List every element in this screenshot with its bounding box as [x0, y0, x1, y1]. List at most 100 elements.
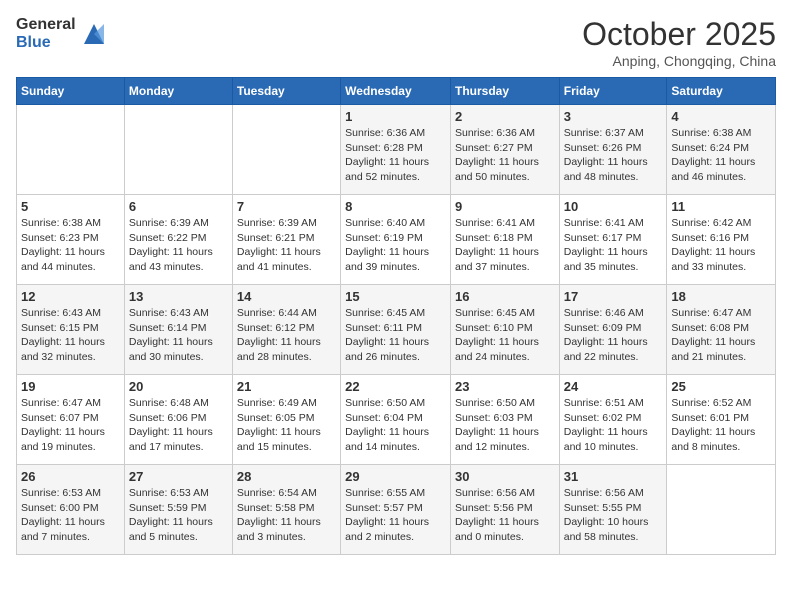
day-number: 3 [564, 109, 663, 124]
day-cell [232, 105, 340, 195]
day-cell: 24 Sunrise: 6:51 AM Sunset: 6:02 PM Dayli… [559, 375, 667, 465]
day-number: 1 [345, 109, 446, 124]
day-number: 9 [455, 199, 555, 214]
day-cell: 25 Sunrise: 6:52 AM Sunset: 6:01 PM Dayli… [667, 375, 776, 465]
day-info: Sunrise: 6:55 AM Sunset: 5:57 PM Dayligh… [345, 486, 446, 545]
day-info: Sunrise: 6:38 AM Sunset: 6:24 PM Dayligh… [671, 126, 771, 185]
day-number: 18 [671, 289, 771, 304]
day-cell: 5Sunrise: 6:38 AM Sunset: 6:23 PM Daylig… [17, 195, 125, 285]
header-row: SundayMondayTuesdayWednesdayThursdayFrid… [17, 78, 776, 105]
day-info: Sunrise: 6:48 AM Sunset: 6:06 PM Dayligh… [129, 396, 228, 455]
header-cell-wednesday: Wednesday [341, 78, 451, 105]
day-number: 15 [345, 289, 446, 304]
header-cell-tuesday: Tuesday [232, 78, 340, 105]
header-cell-thursday: Thursday [450, 78, 559, 105]
day-cell: 20 Sunrise: 6:48 AM Sunset: 6:06 PM Dayli… [124, 375, 232, 465]
day-number: 30 [455, 469, 555, 484]
week-row-3: 19 Sunrise: 6:47 AM Sunset: 6:07 PM Dayli… [17, 375, 776, 465]
day-cell: 10 Sunrise: 6:41 AM Sunset: 6:17 PM Dayli… [559, 195, 667, 285]
week-row-2: 12 Sunrise: 6:43 AM Sunset: 6:15 PM Dayli… [17, 285, 776, 375]
day-number: 8 [345, 199, 446, 214]
day-cell: 14 Sunrise: 6:44 AM Sunset: 6:12 PM Dayli… [232, 285, 340, 375]
day-info: Sunrise: 6:43 AM Sunset: 6:14 PM Dayligh… [129, 306, 228, 365]
day-info: Sunrise: 6:36 AM Sunset: 6:27 PM Dayligh… [455, 126, 555, 185]
day-info: Sunrise: 6:43 AM Sunset: 6:15 PM Dayligh… [21, 306, 120, 365]
day-info: Sunrise: 6:37 AM Sunset: 6:26 PM Dayligh… [564, 126, 663, 185]
calendar-body: 1 Sunrise: 6:36 AM Sunset: 6:28 PM Daylig… [17, 105, 776, 555]
logo-general: General [16, 16, 76, 34]
day-number: 29 [345, 469, 446, 484]
day-number: 25 [671, 379, 771, 394]
header-cell-friday: Friday [559, 78, 667, 105]
day-info: Sunrise: 6:45 AM Sunset: 6:11 PM Dayligh… [345, 306, 446, 365]
day-number: 28 [237, 469, 336, 484]
day-number: 13 [129, 289, 228, 304]
day-info: Sunrise: 6:39 AM Sunset: 6:21 PM Dayligh… [237, 216, 336, 275]
day-info: Sunrise: 6:52 AM Sunset: 6:01 PM Dayligh… [671, 396, 771, 455]
day-info: Sunrise: 6:51 AM Sunset: 6:02 PM Dayligh… [564, 396, 663, 455]
location: Anping, Chongqing, China [582, 53, 776, 69]
day-info: Sunrise: 6:41 AM Sunset: 6:18 PM Dayligh… [455, 216, 555, 275]
day-cell: 18 Sunrise: 6:47 AM Sunset: 6:08 PM Dayli… [667, 285, 776, 375]
header-cell-sunday: Sunday [17, 78, 125, 105]
day-info: Sunrise: 6:36 AM Sunset: 6:28 PM Dayligh… [345, 126, 446, 185]
logo-blue: Blue [16, 34, 76, 52]
day-number: 4 [671, 109, 771, 124]
day-number: 12 [21, 289, 120, 304]
day-cell: 7 Sunrise: 6:39 AM Sunset: 6:21 PM Daylig… [232, 195, 340, 285]
day-number: 10 [564, 199, 663, 214]
day-info: Sunrise: 6:42 AM Sunset: 6:16 PM Dayligh… [671, 216, 771, 275]
day-number: 14 [237, 289, 336, 304]
day-cell [17, 105, 125, 195]
day-cell: 27Sunrise: 6:53 AM Sunset: 5:59 PM Dayli… [124, 465, 232, 555]
day-cell: 8Sunrise: 6:40 AM Sunset: 6:19 PM Daylig… [341, 195, 451, 285]
day-number: 17 [564, 289, 663, 304]
day-cell: 28Sunrise: 6:54 AM Sunset: 5:58 PM Dayli… [232, 465, 340, 555]
day-number: 20 [129, 379, 228, 394]
day-info: Sunrise: 6:56 AM Sunset: 5:56 PM Dayligh… [455, 486, 555, 545]
day-cell: 19 Sunrise: 6:47 AM Sunset: 6:07 PM Dayli… [17, 375, 125, 465]
day-info: Sunrise: 6:44 AM Sunset: 6:12 PM Dayligh… [237, 306, 336, 365]
day-cell: 11 Sunrise: 6:42 AM Sunset: 6:16 PM Dayli… [667, 195, 776, 285]
day-cell: 2Sunrise: 6:36 AM Sunset: 6:27 PM Daylig… [450, 105, 559, 195]
day-cell: 29 Sunrise: 6:55 AM Sunset: 5:57 PM Dayli… [341, 465, 451, 555]
day-info: Sunrise: 6:53 AM Sunset: 5:59 PM Dayligh… [129, 486, 228, 545]
day-info: Sunrise: 6:41 AM Sunset: 6:17 PM Dayligh… [564, 216, 663, 275]
day-number: 22 [345, 379, 446, 394]
header-cell-saturday: Saturday [667, 78, 776, 105]
day-info: Sunrise: 6:38 AM Sunset: 6:23 PM Dayligh… [21, 216, 120, 275]
day-info: Sunrise: 6:47 AM Sunset: 6:08 PM Dayligh… [671, 306, 771, 365]
logo: General Blue [16, 16, 108, 51]
day-number: 19 [21, 379, 120, 394]
day-cell: 22Sunrise: 6:50 AM Sunset: 6:04 PM Dayli… [341, 375, 451, 465]
day-cell: 12 Sunrise: 6:43 AM Sunset: 6:15 PM Dayli… [17, 285, 125, 375]
week-row-4: 26Sunrise: 6:53 AM Sunset: 6:00 PM Dayli… [17, 465, 776, 555]
day-cell [124, 105, 232, 195]
day-cell: 30 Sunrise: 6:56 AM Sunset: 5:56 PM Dayli… [450, 465, 559, 555]
day-info: Sunrise: 6:46 AM Sunset: 6:09 PM Dayligh… [564, 306, 663, 365]
day-number: 7 [237, 199, 336, 214]
day-number: 24 [564, 379, 663, 394]
day-cell: 9 Sunrise: 6:41 AM Sunset: 6:18 PM Daylig… [450, 195, 559, 285]
day-cell: 15 Sunrise: 6:45 AM Sunset: 6:11 PM Dayli… [341, 285, 451, 375]
day-info: Sunrise: 6:50 AM Sunset: 6:03 PM Dayligh… [455, 396, 555, 455]
page-header: General Blue October 2025 Anping, Chongq… [16, 16, 776, 69]
day-number: 11 [671, 199, 771, 214]
day-cell: 21Sunrise: 6:49 AM Sunset: 6:05 PM Dayli… [232, 375, 340, 465]
day-number: 21 [237, 379, 336, 394]
title-section: October 2025 Anping, Chongqing, China [582, 16, 776, 69]
month-title: October 2025 [582, 16, 776, 53]
calendar-table: SundayMondayTuesdayWednesdayThursdayFrid… [16, 77, 776, 555]
header-cell-monday: Monday [124, 78, 232, 105]
day-number: 6 [129, 199, 228, 214]
day-cell: 13 Sunrise: 6:43 AM Sunset: 6:14 PM Dayli… [124, 285, 232, 375]
week-row-1: 5Sunrise: 6:38 AM Sunset: 6:23 PM Daylig… [17, 195, 776, 285]
day-cell: 16Sunrise: 6:45 AM Sunset: 6:10 PM Dayli… [450, 285, 559, 375]
day-cell: 6Sunrise: 6:39 AM Sunset: 6:22 PM Daylig… [124, 195, 232, 285]
day-cell: 4 Sunrise: 6:38 AM Sunset: 6:24 PM Daylig… [667, 105, 776, 195]
day-number: 26 [21, 469, 120, 484]
day-info: Sunrise: 6:47 AM Sunset: 6:07 PM Dayligh… [21, 396, 120, 455]
day-cell: 1 Sunrise: 6:36 AM Sunset: 6:28 PM Daylig… [341, 105, 451, 195]
day-number: 31 [564, 469, 663, 484]
day-cell: 3 Sunrise: 6:37 AM Sunset: 6:26 PM Daylig… [559, 105, 667, 195]
